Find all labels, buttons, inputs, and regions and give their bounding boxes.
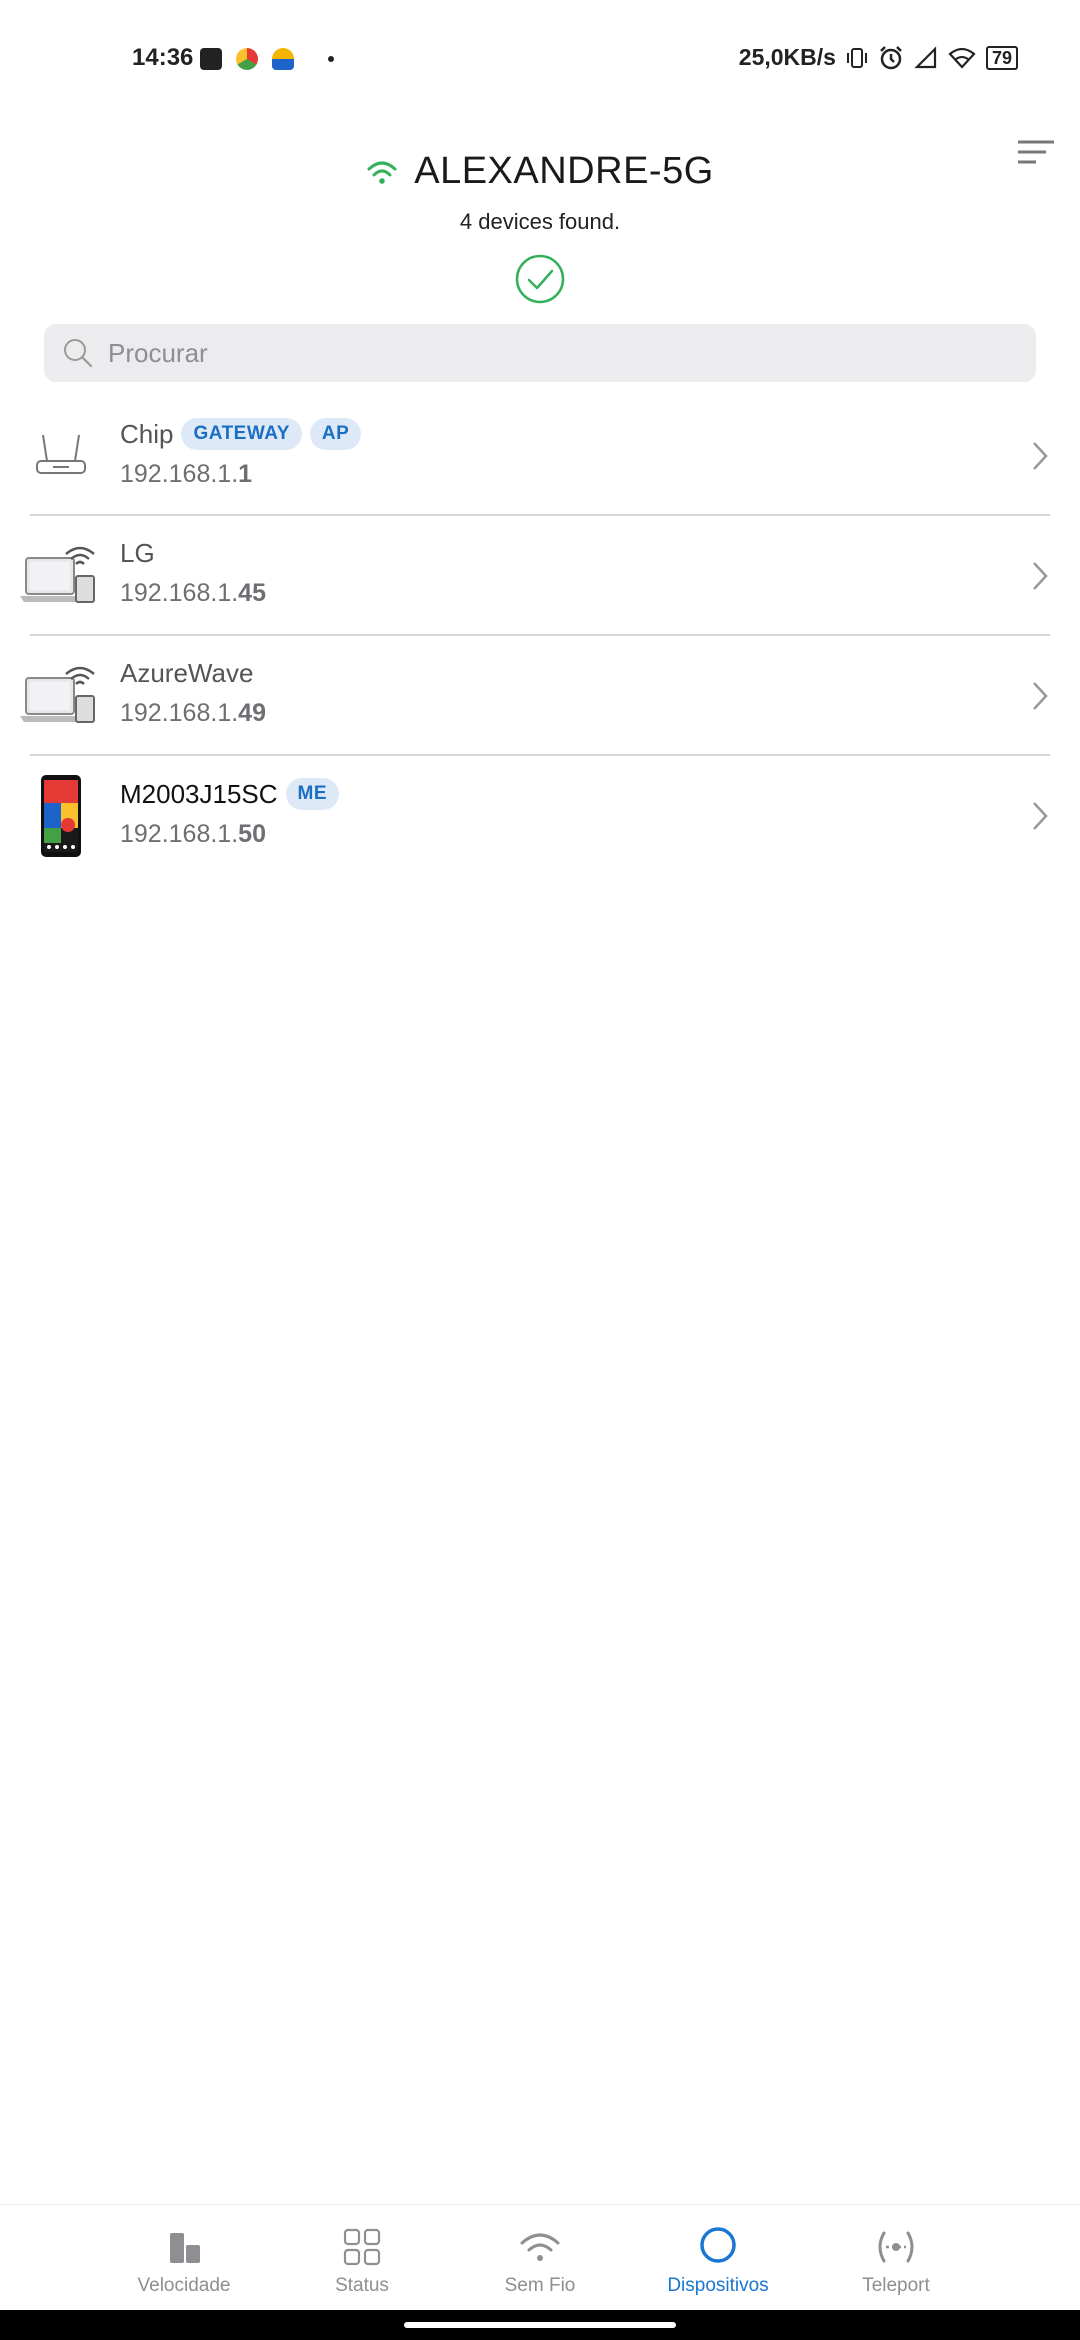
chevron-right-icon: [1033, 562, 1048, 590]
gesture-bar-area: [0, 2310, 1080, 2340]
search-input[interactable]: [108, 337, 988, 369]
device-name: LG: [120, 538, 155, 568]
chrome-icon: [236, 48, 258, 70]
check-circle-icon: [515, 254, 565, 304]
circle-icon: [700, 2227, 736, 2263]
teleport-icon: [878, 2231, 914, 2263]
status-time: 14:36: [132, 44, 194, 71]
signal-icon: [914, 45, 937, 68]
nav-label: Velocidade: [137, 2275, 231, 2296]
device-ip: 192.168.1.45: [120, 579, 266, 607]
ssid-title: ALEXANDRE-5G: [414, 150, 714, 192]
nav-label: Sem Fio: [504, 2275, 576, 2296]
device-name: Chip: [120, 418, 174, 449]
nav-status[interactable]: Status: [273, 2205, 451, 2310]
laptop-wifi-icon: [18, 651, 104, 741]
search-bar[interactable]: [44, 324, 1036, 382]
nav-label: Dispositivos: [667, 2275, 769, 2296]
device-ip: 192.168.1.50: [120, 820, 266, 848]
speed-bars-icon: [170, 2233, 200, 2263]
device-name: M2003J15SC: [120, 778, 278, 809]
more-dot-icon: [328, 56, 334, 62]
network-header: ALEXANDRE-5G 4 devices found.: [0, 150, 1080, 310]
device-ip: 192.168.1.49: [120, 699, 266, 727]
device-name: AzureWave: [120, 658, 254, 688]
me-badge: ME: [285, 778, 340, 810]
nav-teleport[interactable]: Teleport: [807, 2205, 985, 2310]
wifi-status-icon: [948, 47, 976, 69]
wifi-green-icon: [367, 161, 397, 184]
ap-badge: AP: [309, 418, 362, 450]
laptop-wifi-icon: [18, 531, 104, 621]
router-icon: [18, 411, 104, 501]
nav-label: Status: [335, 2275, 389, 2296]
alarm-icon: [880, 45, 902, 69]
nav-label: Teleport: [862, 2275, 930, 2296]
vibrate-icon: [846, 47, 867, 68]
wifi-icon: [520, 2233, 560, 2261]
gateway-badge: GATEWAY: [181, 418, 302, 450]
device-row-azurewave[interactable]: AzureWave 192.168.1.49: [0, 636, 1080, 756]
device-row-m2003j15sc[interactable]: M2003J15SC ME 192.168.1.50: [0, 756, 1080, 876]
device-ip: 192.168.1.1: [120, 460, 253, 488]
status-bar: 14:36 25,0KB/s 79: [0, 0, 1080, 125]
weather-icon: [272, 48, 294, 70]
nav-dispositivos[interactable]: Dispositivos: [629, 2205, 807, 2310]
chevron-right-icon: [1033, 802, 1048, 830]
search-icon: [64, 339, 93, 368]
devices-found-text: 4 devices found.: [459, 209, 621, 234]
phone-icon: [18, 771, 104, 861]
chevron-right-icon: [1033, 442, 1048, 470]
chevron-right-icon: [1033, 682, 1048, 710]
bottom-nav: Velocidade Status Sem Fio Dispositivos T…: [0, 2204, 1080, 2310]
status-right: 25,0KB/s 79: [739, 44, 1018, 71]
home-indicator[interactable]: [404, 2322, 676, 2328]
nav-velocidade[interactable]: Velocidade: [95, 2205, 273, 2310]
terminal-app-icon: [200, 48, 222, 70]
nav-sem-fio[interactable]: Sem Fio: [451, 2205, 629, 2310]
grid-icon: [343, 2228, 381, 2266]
battery-indicator: 79: [985, 45, 1018, 70]
net-speed: 25,0KB/s: [738, 44, 836, 70]
device-row-chip[interactable]: Chip GATEWAY AP 192.168.1.1: [0, 396, 1080, 516]
device-row-lg[interactable]: LG 192.168.1.45: [0, 516, 1080, 636]
device-list: Chip GATEWAY AP 192.168.1.1 LG 192.168.1…: [0, 396, 1080, 876]
notification-icons: [200, 48, 334, 70]
